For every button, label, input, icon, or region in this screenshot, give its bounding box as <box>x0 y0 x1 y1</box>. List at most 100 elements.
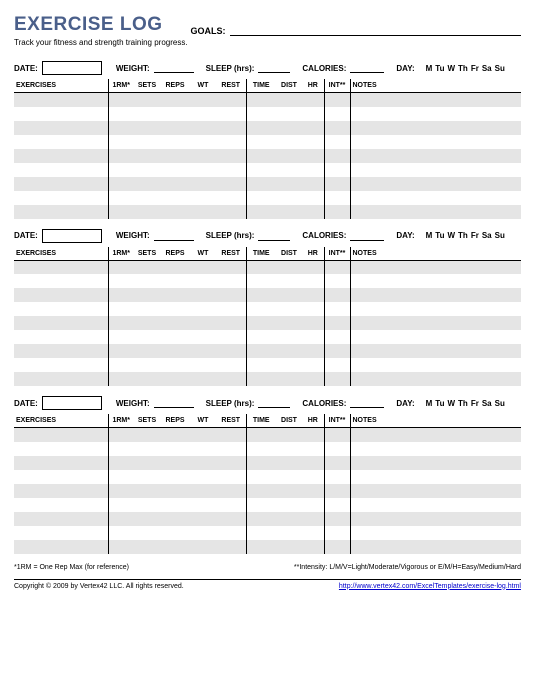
col-int: INT** <box>324 79 350 93</box>
day-option[interactable]: W <box>447 399 455 408</box>
day-option[interactable]: W <box>447 64 455 73</box>
subtitle: Track your fitness and strength training… <box>14 38 521 47</box>
table-row[interactable] <box>14 484 521 498</box>
sleep-input[interactable] <box>258 231 290 241</box>
col-wt: WT <box>190 79 216 93</box>
day-option[interactable]: Tu <box>435 64 444 73</box>
day-option[interactable]: Th <box>458 231 468 240</box>
table-row[interactable] <box>14 358 521 372</box>
col-int: INT** <box>324 247 350 261</box>
sleep-input[interactable] <box>258 398 290 408</box>
weight-label: WEIGHT: <box>116 64 150 73</box>
table-row[interactable] <box>14 344 521 358</box>
date-label: DATE: <box>14 64 38 73</box>
day-option[interactable]: Su <box>495 64 505 73</box>
date-label: DATE: <box>14 231 38 240</box>
goals-label: GOALS: <box>191 26 226 36</box>
weight-input[interactable] <box>154 231 194 241</box>
table-row[interactable] <box>14 442 521 456</box>
day-options: MTuWThFrSaSu <box>423 399 505 408</box>
day-option[interactable]: Th <box>458 64 468 73</box>
day-label: DAY: <box>396 231 414 240</box>
table-row[interactable] <box>14 107 521 121</box>
sleep-input[interactable] <box>258 63 290 73</box>
day-option[interactable]: Su <box>495 399 505 408</box>
day-option[interactable]: Sa <box>482 64 492 73</box>
col-notes: NOTES <box>350 79 521 93</box>
day-options: MTuWThFrSaSu <box>423 64 505 73</box>
day-option[interactable]: Th <box>458 399 468 408</box>
col-rest: REST <box>216 414 246 428</box>
col-notes: NOTES <box>350 414 521 428</box>
table-row[interactable] <box>14 316 521 330</box>
table-row[interactable] <box>14 498 521 512</box>
col-rest: REST <box>216 247 246 261</box>
block-meta: DATE:WEIGHT:SLEEP (hrs):CALORIES:DAY:MTu… <box>14 396 521 410</box>
table-row[interactable] <box>14 163 521 177</box>
col-dist: DIST <box>276 414 302 428</box>
day-option[interactable]: Sa <box>482 231 492 240</box>
sleep-label: SLEEP (hrs): <box>206 64 255 73</box>
table-row[interactable] <box>14 260 521 274</box>
day-option[interactable]: W <box>447 231 455 240</box>
day-option[interactable]: Tu <box>435 399 444 408</box>
weight-input[interactable] <box>154 63 194 73</box>
col-int: INT** <box>324 414 350 428</box>
day-label: DAY: <box>396 399 414 408</box>
table-row[interactable] <box>14 470 521 484</box>
weight-label: WEIGHT: <box>116 231 150 240</box>
day-option[interactable]: M <box>426 64 433 73</box>
day-option[interactable]: M <box>426 231 433 240</box>
table-row[interactable] <box>14 456 521 470</box>
date-input[interactable] <box>42 396 102 410</box>
exercise-table: EXERCISES1RM*SETSREPSWTRESTTIMEDISTHRINT… <box>14 414 521 554</box>
exercise-log-page: EXERCISE LOG GOALS: Track your fitness a… <box>0 0 535 600</box>
col-reps: REPS <box>160 414 190 428</box>
table-row[interactable] <box>14 540 521 554</box>
table-row[interactable] <box>14 288 521 302</box>
col-1rm: 1RM* <box>108 414 134 428</box>
col-time: TIME <box>246 247 276 261</box>
log-block: DATE:WEIGHT:SLEEP (hrs):CALORIES:DAY:MTu… <box>14 396 521 554</box>
weight-input[interactable] <box>154 398 194 408</box>
day-option[interactable]: Su <box>495 231 505 240</box>
day-option[interactable]: Fr <box>471 231 479 240</box>
source-link[interactable]: http://www.vertex42.com/ExcelTemplates/e… <box>339 583 521 590</box>
footnote-intensity: **Intensity: L/M/V=Light/Moderate/Vigoro… <box>294 564 521 571</box>
table-row[interactable] <box>14 274 521 288</box>
col-hr: HR <box>302 79 324 93</box>
table-row[interactable] <box>14 149 521 163</box>
table-row[interactable] <box>14 121 521 135</box>
table-row[interactable] <box>14 135 521 149</box>
goals-field[interactable]: GOALS: <box>191 26 521 36</box>
calories-input[interactable] <box>350 231 384 241</box>
table-row[interactable] <box>14 428 521 442</box>
block-meta: DATE:WEIGHT:SLEEP (hrs):CALORIES:DAY:MTu… <box>14 229 521 243</box>
date-input[interactable] <box>42 229 102 243</box>
day-option[interactable]: M <box>426 399 433 408</box>
col-wt: WT <box>190 247 216 261</box>
col-hr: HR <box>302 247 324 261</box>
table-row[interactable] <box>14 177 521 191</box>
table-row[interactable] <box>14 302 521 316</box>
col-sets: SETS <box>134 414 160 428</box>
day-option[interactable]: Fr <box>471 64 479 73</box>
col-rest: REST <box>216 79 246 93</box>
date-input[interactable] <box>42 61 102 75</box>
table-row[interactable] <box>14 526 521 540</box>
day-option[interactable]: Tu <box>435 231 444 240</box>
table-row[interactable] <box>14 372 521 386</box>
calories-input[interactable] <box>350 398 384 408</box>
col-1rm: 1RM* <box>108 79 134 93</box>
table-row[interactable] <box>14 205 521 219</box>
col-exercises: EXERCISES <box>14 247 108 261</box>
table-row[interactable] <box>14 93 521 107</box>
day-option[interactable]: Fr <box>471 399 479 408</box>
table-row[interactable] <box>14 330 521 344</box>
table-row[interactable] <box>14 191 521 205</box>
day-options: MTuWThFrSaSu <box>423 231 505 240</box>
calories-input[interactable] <box>350 63 384 73</box>
footer: Copyright © 2009 by Vertex42 LLC. All ri… <box>14 579 521 590</box>
day-option[interactable]: Sa <box>482 399 492 408</box>
table-row[interactable] <box>14 512 521 526</box>
